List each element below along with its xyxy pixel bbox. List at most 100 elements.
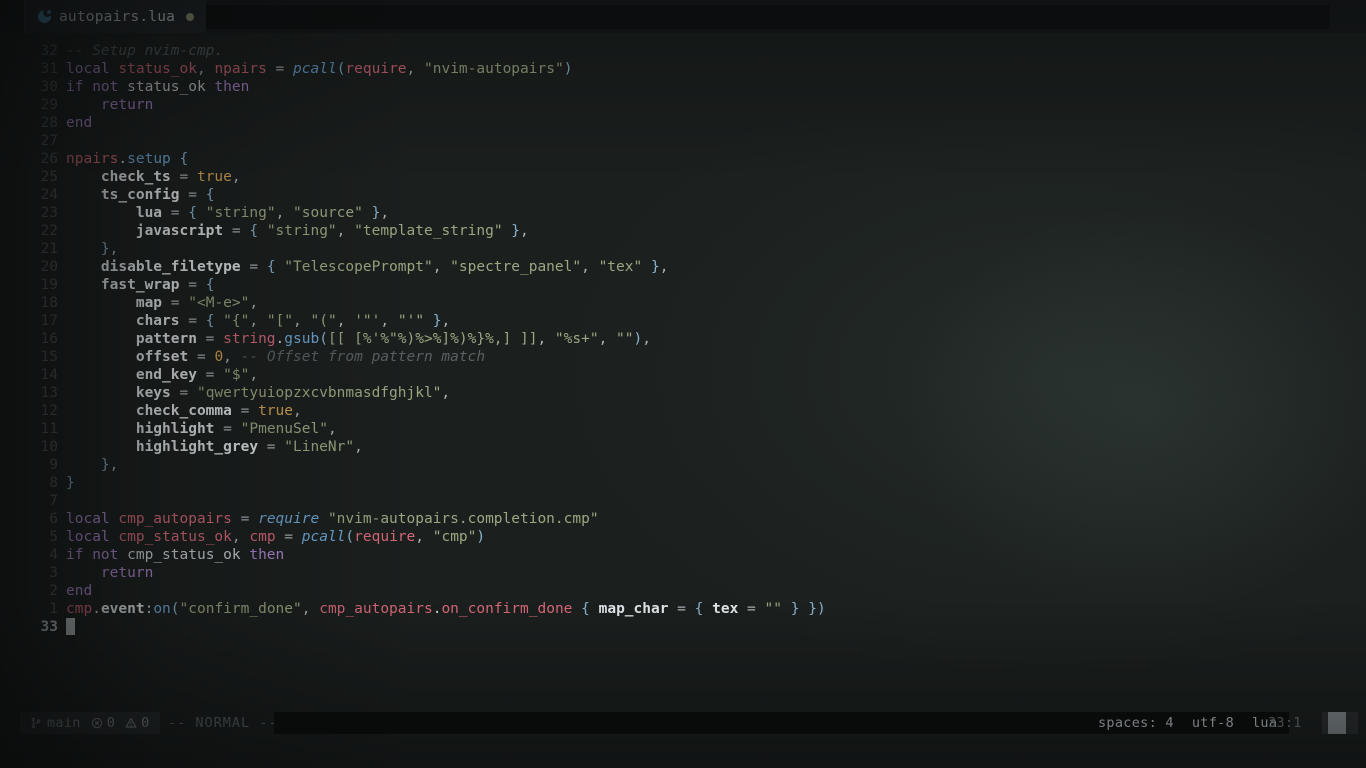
indent-setting[interactable]: spaces: 4 xyxy=(1098,714,1174,732)
code-line[interactable]: 7 xyxy=(0,492,1366,510)
code-token: -- Setup nvim-cmp. xyxy=(66,43,224,59)
code-token: lua xyxy=(135,205,163,221)
code-line[interactable]: 10 highlight_grey = "LineNr", xyxy=(0,438,1366,456)
line-number: 3 xyxy=(49,565,58,581)
line-number: 7 xyxy=(49,493,58,509)
code-token: = xyxy=(668,601,695,617)
code-line[interactable]: 21 }, xyxy=(0,240,1366,258)
code-line[interactable]: 20 disable_filetype = { "TelescopePrompt… xyxy=(0,258,1366,276)
code-line[interactable]: 33 xyxy=(0,618,1366,636)
code-line[interactable]: 14 end_key = "$", xyxy=(0,366,1366,384)
code-line[interactable]: 2 end xyxy=(0,582,1366,600)
scroll-progress-indicator[interactable] xyxy=(1322,712,1358,734)
code-token: "'" xyxy=(397,313,425,329)
code-token: { xyxy=(694,601,713,617)
code-line[interactable]: 26 npairs.setup { xyxy=(0,150,1366,168)
code-line[interactable]: 9 }, xyxy=(0,456,1366,474)
code-token: } xyxy=(424,313,442,329)
code-token: , xyxy=(432,259,451,275)
code-line[interactable]: 31 local status_ok, npairs = pcall(requir… xyxy=(0,60,1366,78)
code-token: = xyxy=(231,511,259,527)
code-token: , xyxy=(520,223,529,239)
code-token: gsub xyxy=(284,331,320,347)
code-token: if xyxy=(66,79,93,95)
code-token: { xyxy=(205,187,215,203)
code-line[interactable]: 13 keys = "qwertyuiopzxcvbnmasdfghjkl", xyxy=(0,384,1366,402)
tab-autopairs-lua[interactable]: autopairs.lua xyxy=(24,0,207,33)
code-line[interactable]: 32 -- Setup nvim-cmp. xyxy=(0,42,1366,60)
line-number: 1 xyxy=(49,601,58,617)
code-token: then xyxy=(214,79,250,95)
code-token: } xyxy=(362,205,381,221)
line-number: 30 xyxy=(40,79,58,95)
code-token: = xyxy=(258,439,285,455)
code-line[interactable]: 25 check_ts = true, xyxy=(0,168,1366,186)
code-token: , xyxy=(249,313,267,329)
code-line[interactable]: 23 lua = { "string", "source" }, xyxy=(0,204,1366,222)
code-line[interactable]: 5 local cmp_status_ok, cmp = pcall(requir… xyxy=(0,528,1366,546)
tab-bar: autopairs.lua xyxy=(0,0,1366,33)
diagnostics-errors[interactable]: 0 xyxy=(91,714,115,732)
code-token: cmp xyxy=(66,601,93,617)
code-line[interactable]: 17 chars = { "{", "[", "(", '"', "'" }, xyxy=(0,312,1366,330)
code-token: , xyxy=(249,367,259,383)
code-line[interactable]: 3 return xyxy=(0,564,1366,582)
code-token: map_char xyxy=(598,601,669,617)
file-encoding[interactable]: utf-8 xyxy=(1192,714,1234,732)
code-token: = xyxy=(266,61,294,77)
code-token: "LineNr" xyxy=(284,439,355,455)
line-text: fast_wrap = { xyxy=(66,276,215,294)
code-line[interactable]: 11 highlight = "PmenuSel", xyxy=(0,420,1366,438)
code-line[interactable]: 6 local cmp_autopairs = require "nvim-aut… xyxy=(0,510,1366,528)
code-buffer[interactable]: 32 -- Setup nvim-cmp. 31 local status_ok, n… xyxy=(0,42,1366,636)
line-number: 17 xyxy=(40,313,58,329)
code-token: map xyxy=(135,295,163,311)
code-token: [[ [%'%"%)%>%]%)%}%,] ]] xyxy=(327,331,538,347)
line-number: 20 xyxy=(40,259,58,275)
diagnostics-warnings[interactable]: 0 xyxy=(125,714,149,732)
code-line[interactable]: 24 ts_config = { xyxy=(0,186,1366,204)
code-token: , xyxy=(109,241,119,257)
code-token: status_ok xyxy=(118,61,197,77)
code-token: "nvim-autopairs.completion.cmp" xyxy=(327,511,599,527)
code-token: { xyxy=(205,313,224,329)
code-line[interactable]: 8} xyxy=(0,474,1366,492)
line-text: } xyxy=(66,474,75,492)
code-token: = xyxy=(196,367,224,383)
code-line[interactable]: 12 check_comma = true, xyxy=(0,402,1366,420)
code-token: { xyxy=(266,259,285,275)
code-token: "nvim-autopairs" xyxy=(424,61,564,77)
code-token: npairs xyxy=(66,151,119,167)
code-line[interactable]: 29 return xyxy=(0,96,1366,114)
code-token: pcall xyxy=(301,529,346,545)
code-line[interactable]: 4 if not cmp_status_ok then xyxy=(0,546,1366,564)
code-line[interactable]: 22 javascript = { "string", "template_st… xyxy=(0,222,1366,240)
code-line[interactable]: 1 cmp.event:on("confirm_done", cmp_autopa… xyxy=(0,600,1366,618)
line-text: -- Setup nvim-cmp. xyxy=(66,42,223,60)
line-number: 15 xyxy=(40,349,58,365)
code-token: cmp xyxy=(249,529,276,545)
code-line[interactable]: 18 map = "<M-e>", xyxy=(0,294,1366,312)
code-token: , xyxy=(275,205,294,221)
line-text: pattern = string.gsub([[ [%'%"%)%>%]%)%}… xyxy=(66,330,651,348)
line-text: highlight = "PmenuSel", xyxy=(66,420,337,438)
code-line[interactable]: 28 end xyxy=(0,114,1366,132)
code-token: { xyxy=(205,277,215,293)
code-line[interactable]: 19 fast_wrap = { xyxy=(0,276,1366,294)
code-token: not xyxy=(92,79,128,95)
code-line[interactable]: 16 pattern = string.gsub([[ [%'%"%)%>%]%… xyxy=(0,330,1366,348)
warning-triangle-icon xyxy=(125,717,137,728)
line-text: chars = { "{", "[", "(", '"', "'" }, xyxy=(66,312,450,330)
code-line[interactable]: 15 offset = 0, -- Offset from pattern ma… xyxy=(0,348,1366,366)
code-line[interactable]: 27 xyxy=(0,132,1366,150)
code-token: not xyxy=(92,547,128,563)
git-branch-group[interactable]: main xyxy=(30,714,81,732)
code-token: = xyxy=(179,277,206,293)
code-line[interactable]: 30 if not status_ok then xyxy=(0,78,1366,96)
code-token: = xyxy=(231,403,259,419)
